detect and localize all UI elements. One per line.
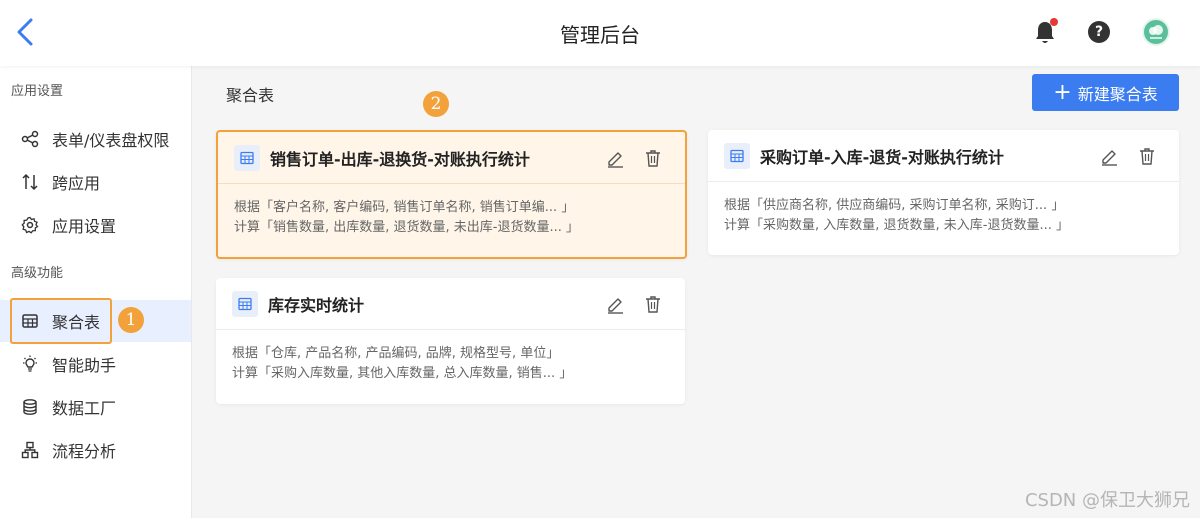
card-title: 销售订单-出库-退换货-对账执行统计 <box>270 149 530 169</box>
card-body: 根据「供应商名称, 供应商编码, 采购订单名称, 采购订... 」 计算「采购数… <box>708 182 1179 250</box>
card-actions <box>587 294 663 314</box>
delete-icon[interactable] <box>1137 146 1157 166</box>
card-body: 根据「客户名称, 客户编码, 销售订单名称, 销售订单编... 」 计算「销售数… <box>218 184 685 252</box>
top-bar: 管理后台 ? <box>0 0 1200 66</box>
notification-dot <box>1050 18 1058 26</box>
sidebar-item-label: 应用设置 <box>52 217 117 236</box>
watermark: CSDN @保卫大狮兄 <box>1024 490 1190 511</box>
card-title: 库存实时统计 <box>268 295 365 315</box>
cross-app-icon <box>20 172 40 192</box>
card-header: 库存实时统计 <box>216 278 685 330</box>
sidebar-section-app-settings: 应用设置 <box>11 84 64 99</box>
database-icon <box>20 397 40 417</box>
edit-icon[interactable] <box>605 294 625 314</box>
top-icons: ? <box>1002 18 1170 46</box>
sidebar-item-label: 智能助手 <box>52 356 117 375</box>
aggregate-card[interactable]: 销售订单-出库-退换货-对账执行统计 根据「客户名称, 客户编码, 销售订单名称… <box>216 130 687 259</box>
sidebar-item-label: 表单/仪表盘权限 <box>52 131 170 150</box>
table-icon <box>234 144 260 171</box>
delete-icon[interactable] <box>643 294 663 314</box>
sidebar-item-form-dashboard-permissions[interactable]: 表单/仪表盘权限 <box>0 118 191 160</box>
card-actions <box>1081 146 1157 166</box>
sidebar-item-label: 流程分析 <box>52 442 117 461</box>
sidebar-item-smart-assistant[interactable]: 智能助手 <box>0 343 191 385</box>
help-icon[interactable]: ? <box>1088 21 1110 43</box>
card-basis: 根据「客户名称, 客户编码, 销售订单名称, 销售订单编... 」 <box>234 200 575 215</box>
card-basis: 根据「仓库, 产品名称, 产品编码, 品牌, 规格型号, 单位」 <box>232 346 560 361</box>
flow-icon <box>20 440 40 460</box>
sidebar-item-data-factory[interactable]: 数据工厂 <box>0 386 191 428</box>
table-icon <box>724 142 750 169</box>
table-icon <box>232 290 258 317</box>
bell-icon[interactable] <box>1034 18 1058 46</box>
gear-icon <box>20 215 40 235</box>
sidebar-item-process-analysis[interactable]: 流程分析 <box>0 429 191 471</box>
new-aggregate-table-button[interactable]: + 新建聚合表 <box>1032 74 1179 111</box>
delete-icon[interactable] <box>643 148 663 168</box>
card-actions <box>587 148 663 168</box>
card-title: 采购订单-入库-退货-对账执行统计 <box>760 147 1004 167</box>
aggregate-card[interactable]: 库存实时统计 根据「仓库, 产品名称, 产品编码, 品牌, 规格型号, 单位」 … <box>216 278 685 404</box>
card-basis: 根据「供应商名称, 供应商编码, 采购订单名称, 采购订... 」 <box>724 198 1065 213</box>
card-calc: 计算「销售数量, 出库数量, 退货数量, 未出库-退货数量... 」 <box>234 220 580 235</box>
edit-icon[interactable] <box>1099 146 1119 166</box>
sidebar-section-advanced: 高级功能 <box>11 266 64 281</box>
avatar[interactable] <box>1142 18 1170 46</box>
sidebar: 应用设置 表单/仪表盘权限 跨应用 应用设置 高级功能 聚合表 智能助手 数据工… <box>0 66 192 518</box>
lightbulb-icon <box>20 354 40 374</box>
annotation-highlight-box <box>10 298 112 344</box>
sidebar-item-app-settings[interactable]: 应用设置 <box>0 204 191 246</box>
aggregate-card[interactable]: 采购订单-入库-退货-对账执行统计 根据「供应商名称, 供应商编码, 采购订单名… <box>708 130 1179 255</box>
sidebar-item-cross-app[interactable]: 跨应用 <box>0 161 191 203</box>
plus-icon: + <box>1053 79 1072 105</box>
card-calc: 计算「采购数量, 入库数量, 退货数量, 未入库-退货数量... 」 <box>724 218 1070 233</box>
edit-icon[interactable] <box>605 148 625 168</box>
breadcrumb: 聚合表 <box>226 86 275 105</box>
new-aggregate-table-label: 新建聚合表 <box>1077 84 1158 104</box>
card-calc: 计算「采购入库数量, 其他入库数量, 总入库数量, 销售... 」 <box>232 366 573 381</box>
card-body: 根据「仓库, 产品名称, 产品编码, 品牌, 规格型号, 单位」 计算「采购入库… <box>216 330 685 398</box>
sidebar-item-label: 跨应用 <box>52 174 101 193</box>
sidebar-item-label: 数据工厂 <box>52 399 117 418</box>
card-header: 采购订单-入库-退货-对账执行统计 <box>708 130 1179 182</box>
share-icon <box>20 129 40 149</box>
main-header: 聚合表 + 新建聚合表 <box>192 66 1200 116</box>
card-header: 销售订单-出库-退换货-对账执行统计 <box>218 132 685 184</box>
annotation-badge-1: 1 <box>118 307 144 333</box>
